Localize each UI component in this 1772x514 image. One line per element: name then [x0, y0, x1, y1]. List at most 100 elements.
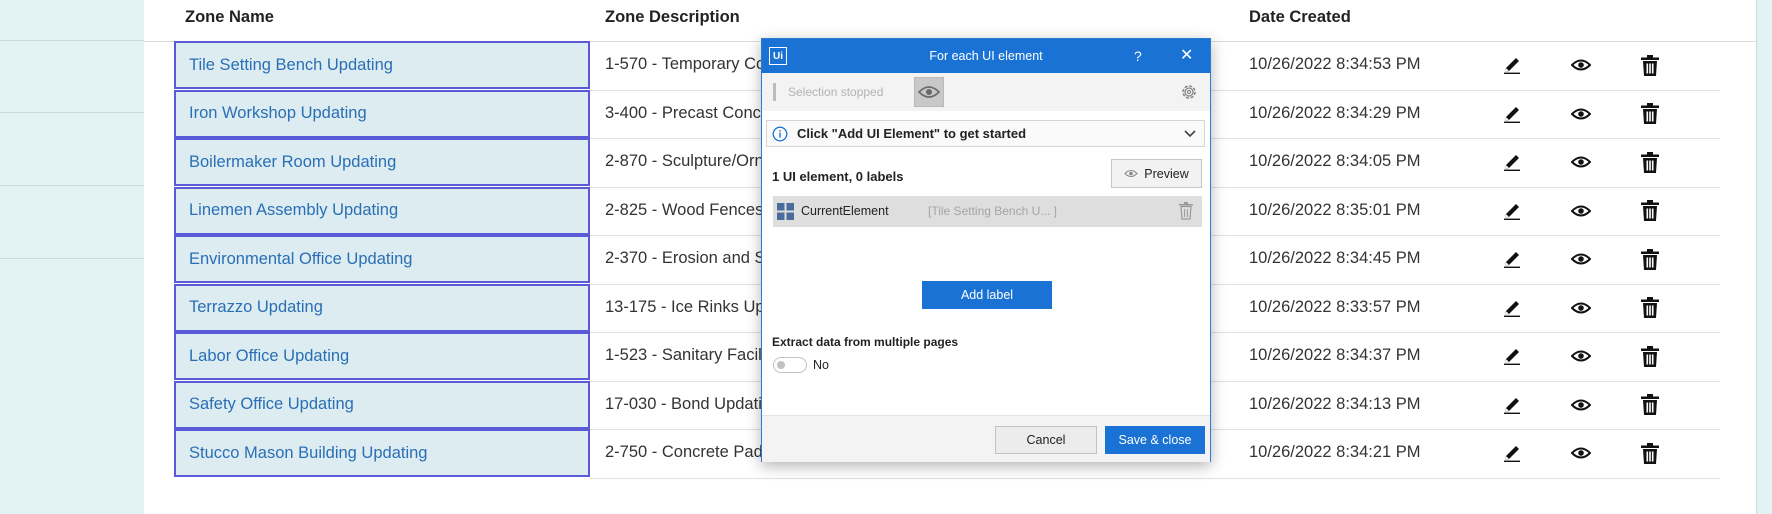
- eye-icon[interactable]: [1569, 199, 1593, 223]
- pencil-icon[interactable]: [1500, 344, 1524, 368]
- zone-description-cell: 13-175 - Ice Rinks Upd: [605, 297, 774, 316]
- eye-icon[interactable]: [1569, 393, 1593, 417]
- help-button[interactable]: ?: [1134, 39, 1142, 73]
- zone-name-cell[interactable]: Iron Workshop Updating: [174, 89, 590, 138]
- pencil-icon[interactable]: [1500, 53, 1524, 77]
- zone-description-cell: 1-523 - Sanitary Facilit: [605, 346, 771, 365]
- cancel-button[interactable]: Cancel: [995, 426, 1097, 454]
- date-created-cell: 10/26/2022 8:34:53 PM: [1249, 55, 1421, 74]
- zone-name-link[interactable]: Linemen Assembly Updating: [189, 201, 398, 220]
- uipath-logo-icon: Ui: [769, 47, 787, 65]
- pencil-icon[interactable]: [1500, 199, 1524, 223]
- zone-description-cell: 17-030 - Bond Updatin: [605, 394, 772, 413]
- pause-icon[interactable]: [773, 83, 782, 101]
- trash-icon[interactable]: [1638, 441, 1662, 465]
- info-dropdown[interactable]: Click "Add UI Element" to get started: [766, 120, 1205, 147]
- preview-button[interactable]: Preview: [1111, 159, 1202, 188]
- zone-name-cell[interactable]: Stucco Mason Building Updating: [174, 429, 590, 477]
- for-each-ui-element-dialog: For each UI element Ui ? ✕ Selection sto…: [761, 38, 1211, 462]
- zone-name-cell[interactable]: Terrazzo Updating: [174, 283, 590, 332]
- extract-multiple-pages-toggle[interactable]: [773, 357, 807, 373]
- column-header-zone-description[interactable]: Zone Description: [605, 8, 740, 27]
- trash-icon[interactable]: [1638, 199, 1662, 223]
- pencil-icon[interactable]: [1500, 150, 1524, 174]
- zone-description-cell: 2-870 - Sculpture/Orn: [605, 152, 764, 171]
- sidebar-divider: [0, 258, 144, 259]
- eye-icon[interactable]: [1569, 344, 1593, 368]
- zone-description-cell: 1-570 - Temporary Co: [605, 55, 766, 74]
- date-created-cell: 10/26/2022 8:35:01 PM: [1249, 200, 1421, 219]
- ui-element-icon: [777, 203, 794, 220]
- trash-icon[interactable]: [1638, 344, 1662, 368]
- zone-name-cell[interactable]: Linemen Assembly Updating: [174, 186, 590, 235]
- sidebar-divider: [0, 40, 144, 41]
- ui-element-row[interactable]: CurrentElement [Tile Setting Bench U... …: [773, 196, 1202, 227]
- zone-name-cell[interactable]: Labor Office Updating: [174, 332, 590, 380]
- eye-icon[interactable]: [1569, 441, 1593, 465]
- selection-status: Selection stopped: [788, 85, 884, 99]
- highlight-toggle-button[interactable]: [914, 77, 944, 107]
- zone-name-link[interactable]: Boilermaker Room Updating: [189, 153, 396, 172]
- zone-name-link[interactable]: Labor Office Updating: [189, 347, 349, 366]
- toggle-state-label: No: [813, 358, 829, 372]
- eye-icon: [918, 86, 940, 98]
- pencil-icon[interactable]: [1500, 247, 1524, 271]
- save-and-close-button[interactable]: Save & close: [1105, 426, 1205, 454]
- trash-icon[interactable]: [1638, 102, 1662, 126]
- close-button[interactable]: ✕: [1180, 39, 1193, 73]
- pencil-icon[interactable]: [1500, 441, 1524, 465]
- eye-icon[interactable]: [1569, 296, 1593, 320]
- zone-name-cell[interactable]: Safety Office Updating: [174, 380, 590, 429]
- eye-icon[interactable]: [1569, 53, 1593, 77]
- date-created-cell: 10/26/2022 8:34:21 PM: [1249, 443, 1421, 462]
- pencil-icon[interactable]: [1500, 393, 1524, 417]
- trash-icon[interactable]: [1638, 150, 1662, 174]
- zone-name-cell[interactable]: Boilermaker Room Updating: [174, 138, 590, 186]
- trash-icon[interactable]: [1638, 393, 1662, 417]
- zone-name-link[interactable]: Terrazzo Updating: [189, 298, 323, 317]
- trash-icon[interactable]: [1178, 202, 1194, 220]
- trash-icon[interactable]: [1638, 53, 1662, 77]
- zone-name-link[interactable]: Iron Workshop Updating: [189, 104, 367, 123]
- sidebar-divider: [0, 112, 144, 113]
- column-header-zone-name[interactable]: Zone Name: [185, 8, 274, 27]
- ui-element-value: [Tile Setting Bench U... ]: [928, 204, 1057, 218]
- left-sidebar: [0, 0, 144, 514]
- right-panel: [1757, 0, 1772, 514]
- dialog-toolbar: Selection stopped: [762, 73, 1210, 111]
- zone-name-link[interactable]: Safety Office Updating: [189, 395, 354, 414]
- trash-icon[interactable]: [1638, 247, 1662, 271]
- zone-name-link[interactable]: Tile Setting Bench Updating: [189, 56, 393, 75]
- pencil-icon[interactable]: [1500, 296, 1524, 320]
- date-created-cell: 10/26/2022 8:34:05 PM: [1249, 152, 1421, 171]
- ui-element-name: CurrentElement: [801, 204, 889, 218]
- column-header-date-created[interactable]: Date Created: [1249, 8, 1351, 27]
- eye-icon[interactable]: [1569, 247, 1593, 271]
- extract-multiple-pages-label: Extract data from multiple pages: [772, 335, 959, 349]
- dialog-title: For each UI element: [929, 49, 1043, 63]
- info-text: Click "Add UI Element" to get started: [797, 126, 1027, 141]
- date-created-cell: 10/26/2022 8:34:37 PM: [1249, 346, 1421, 365]
- zone-description-cell: 3-400 - Precast Concre: [605, 103, 776, 122]
- zone-name-link[interactable]: Environmental Office Updating: [189, 250, 412, 269]
- date-created-cell: 10/26/2022 8:34:29 PM: [1249, 103, 1421, 122]
- dialog-footer: Cancel Save & close: [762, 415, 1210, 462]
- eye-icon[interactable]: [1569, 102, 1593, 126]
- zone-name-cell[interactable]: Tile Setting Bench Updating: [174, 41, 590, 89]
- info-icon: [772, 126, 788, 141]
- gear-icon[interactable]: [1180, 83, 1198, 101]
- zone-name-cell[interactable]: Environmental Office Updating: [174, 235, 590, 283]
- zone-description-cell: 2-825 - Wood Fences: [605, 200, 764, 219]
- eye-icon: [1124, 169, 1139, 178]
- preview-label: Preview: [1144, 166, 1189, 181]
- zone-name-link[interactable]: Stucco Mason Building Updating: [189, 444, 427, 463]
- zone-description-cell: 2-370 - Erosion and Se: [605, 249, 775, 268]
- pencil-icon[interactable]: [1500, 102, 1524, 126]
- date-created-cell: 10/26/2022 8:34:45 PM: [1249, 249, 1421, 268]
- row-divider: [590, 477, 1720, 479]
- add-label-button[interactable]: Add label: [922, 281, 1052, 309]
- dialog-title-bar[interactable]: For each UI element Ui ? ✕: [762, 39, 1210, 73]
- trash-icon[interactable]: [1638, 296, 1662, 320]
- eye-icon[interactable]: [1569, 150, 1593, 174]
- element-count: 1 UI element, 0 labels: [772, 169, 904, 184]
